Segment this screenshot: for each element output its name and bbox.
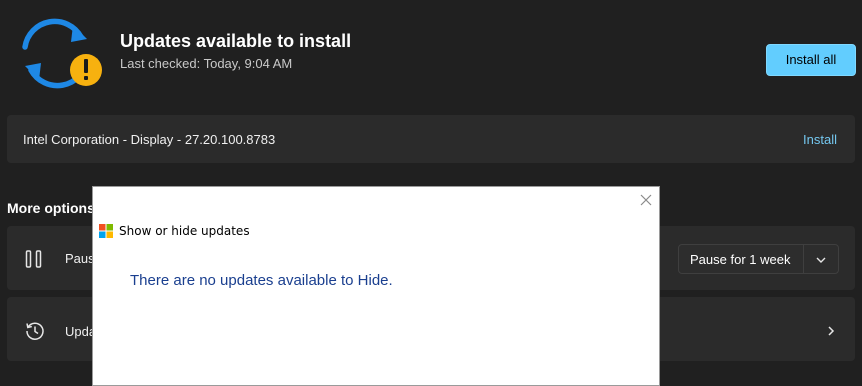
install-all-button[interactable]: Install all (766, 44, 856, 76)
dialog-message: There are no updates available to Hide. (130, 272, 393, 289)
sync-warning-icon (14, 12, 106, 92)
show-hide-updates-dialog: Show or hide updates There are no update… (92, 186, 660, 386)
dropdown-divider (803, 245, 804, 273)
last-checked-text: Last checked: Today, 9:04 AM (120, 56, 293, 71)
windows-logo-icon (99, 224, 113, 238)
pause-duration-value: Pause for 1 week (690, 252, 791, 267)
more-options-heading: More options (7, 200, 95, 216)
close-icon[interactable] (639, 193, 653, 207)
chevron-right-icon[interactable] (825, 324, 837, 336)
history-icon (25, 321, 45, 341)
update-install-link[interactable]: Install (803, 132, 837, 147)
pause-icon (25, 250, 43, 268)
pause-duration-dropdown[interactable]: Pause for 1 week (678, 244, 839, 274)
page-title: Updates available to install (120, 31, 352, 51)
chevron-down-icon[interactable] (815, 253, 827, 265)
update-item-name: Intel Corporation - Display - 27.20.100.… (23, 132, 276, 147)
dialog-title: Show or hide updates (119, 224, 250, 238)
update-item: Intel Corporation - Display - 27.20.100.… (7, 115, 855, 163)
